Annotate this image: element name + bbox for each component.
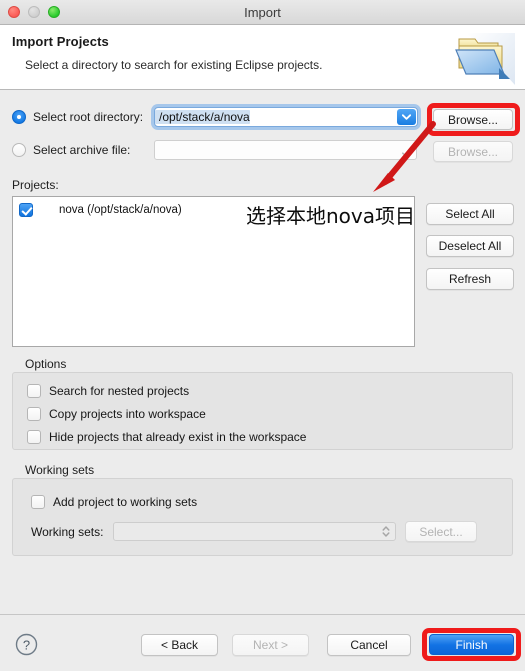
- root-directory-value: /opt/stack/a/nova: [155, 110, 250, 124]
- archive-file-label: Select archive file:: [33, 143, 131, 157]
- svg-text:?: ?: [23, 637, 30, 652]
- radio-select-root-directory[interactable]: [12, 110, 26, 124]
- stepper-icon: [382, 525, 390, 538]
- option-label: Add project to working sets: [53, 495, 198, 509]
- working-sets-group-box: [12, 478, 513, 556]
- wizard-header: Import Projects Select a directory to se…: [0, 25, 525, 90]
- zoom-icon[interactable]: [48, 6, 60, 18]
- import-dialog-window: Import Import Projects Select a director…: [0, 0, 525, 671]
- annotation-note-text: 选择本地nova项目: [246, 204, 416, 228]
- working-sets-select-button: Select...: [405, 521, 477, 542]
- refresh-button[interactable]: Refresh: [426, 268, 514, 290]
- close-icon[interactable]: [8, 6, 20, 18]
- chevron-down-icon[interactable]: [397, 109, 416, 125]
- root-directory-combo[interactable]: /opt/stack/a/nova: [154, 107, 418, 127]
- option-search-nested-projects[interactable]: Search for nested projects: [27, 384, 189, 398]
- finish-button[interactable]: Finish: [429, 634, 514, 655]
- working-sets-select: [113, 522, 396, 541]
- cancel-button[interactable]: Cancel: [327, 634, 411, 656]
- checkbox[interactable]: [27, 407, 41, 421]
- projects-label: Projects:: [12, 178, 59, 192]
- minimize-icon[interactable]: [28, 6, 40, 18]
- working-sets-field-row: Working sets: Select...: [31, 521, 477, 542]
- chevron-down-icon: [402, 145, 411, 163]
- next-button: Next >: [232, 634, 309, 656]
- back-button[interactable]: < Back: [141, 634, 218, 656]
- project-label: nova (/opt/stack/a/nova): [59, 204, 182, 216]
- option-label: Search for nested projects: [49, 384, 190, 398]
- browse-root-directory-button[interactable]: Browse...: [433, 109, 513, 130]
- option-label: Copy projects into workspace: [49, 407, 206, 421]
- option-label: Hide projects that already exist in the …: [49, 430, 307, 444]
- option-add-project-to-working-sets[interactable]: Add project to working sets: [31, 495, 197, 509]
- options-group-label: Options: [25, 357, 67, 371]
- deselect-all-button[interactable]: Deselect All: [426, 235, 514, 257]
- help-icon[interactable]: ?: [15, 633, 38, 656]
- checkbox[interactable]: [27, 384, 41, 398]
- project-checkbox[interactable]: [19, 203, 33, 217]
- window-title-bar: Import: [0, 0, 525, 25]
- working-sets-field-label: Working sets:: [31, 524, 104, 539]
- root-directory-label: Select root directory:: [33, 110, 144, 124]
- option-copy-projects-into-workspace[interactable]: Copy projects into workspace: [27, 407, 206, 421]
- radio-select-archive-file[interactable]: [12, 143, 26, 157]
- browse-archive-file-button: Browse...: [433, 141, 513, 162]
- traffic-lights: [8, 6, 60, 18]
- option-hide-existing-projects[interactable]: Hide projects that already exist in the …: [27, 430, 306, 444]
- page-subtitle: Select a directory to search for existin…: [25, 58, 323, 72]
- checkbox[interactable]: [27, 430, 41, 444]
- working-sets-group-label: Working sets: [25, 463, 95, 477]
- select-all-button[interactable]: Select All: [426, 203, 514, 225]
- archive-file-combo: [154, 140, 417, 160]
- window-title: Import: [244, 4, 281, 20]
- page-title: Import Projects: [12, 34, 109, 49]
- import-folder-icon: [455, 33, 515, 85]
- checkbox[interactable]: [31, 495, 45, 509]
